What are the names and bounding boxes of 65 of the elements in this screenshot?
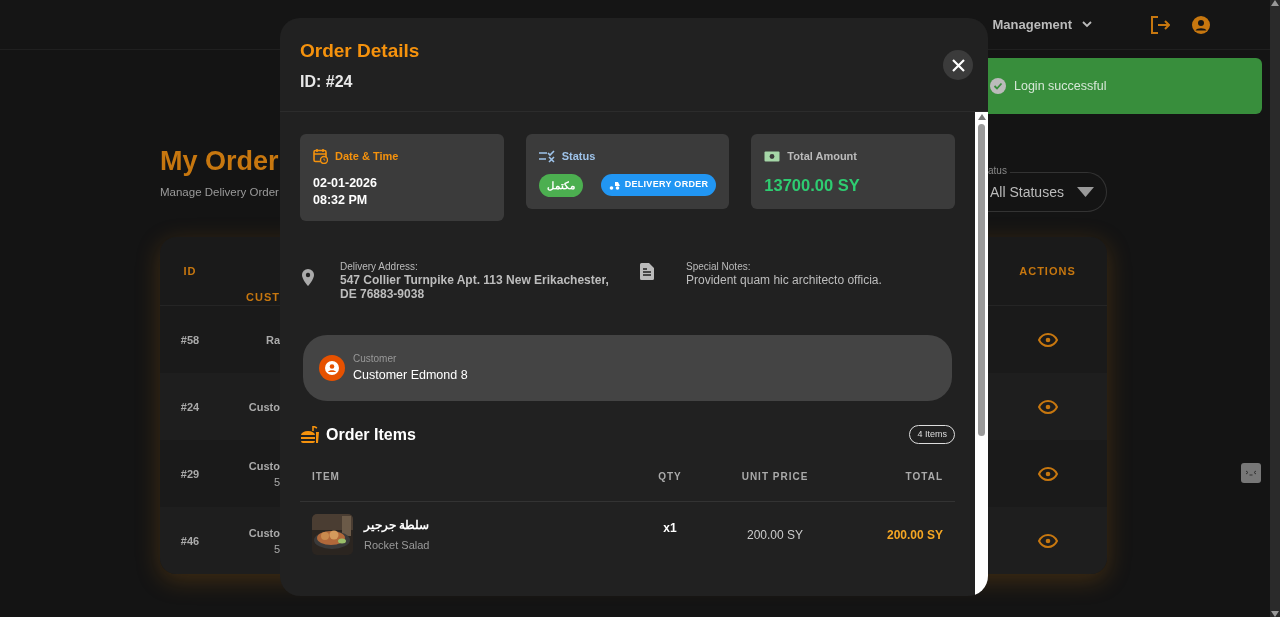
modal-title: Order Details — [300, 40, 420, 62]
status-badge: مكتمل — [538, 173, 583, 197]
calendar-icon — [313, 148, 328, 165]
column-header: ACTIONS — [1019, 264, 1076, 279]
document-icon — [640, 262, 654, 280]
page-title: My Order — [160, 145, 279, 178]
unit-price-text: 200.00 SY — [746, 526, 803, 544]
close-icon — [951, 58, 965, 72]
burger-icon — [300, 425, 320, 444]
order-id-cell-text: #46 — [180, 533, 200, 549]
location-pin-icon — [302, 268, 314, 286]
column-header: ID — [183, 264, 197, 279]
toast-message: Login successful — [1014, 77, 1107, 95]
amount-text: 13700.00 SY — [764, 174, 861, 196]
customer-cell-text: Custo — [248, 399, 280, 415]
logout-icon[interactable] — [1150, 15, 1170, 34]
close-button[interactable] — [943, 50, 973, 80]
order-id-cell-text: #24 — [180, 399, 200, 415]
column-header: ITEM — [300, 468, 635, 502]
list-check-icon — [538, 149, 555, 163]
order-id-cell-text: #29 — [180, 466, 200, 482]
dropdown-arrow-icon — [1077, 187, 1094, 198]
view-icon[interactable] — [1037, 466, 1058, 481]
customer-name: Customer Edmond 8 — [353, 366, 468, 384]
order-id-cell-text: #58 — [180, 332, 200, 348]
section-title: Order Items — [326, 424, 416, 445]
view-icon[interactable] — [1037, 332, 1058, 347]
customer-detail: 5 — [273, 474, 280, 490]
notes-label: Special Notes: — [686, 260, 752, 273]
customer-detail: 5 — [273, 541, 280, 557]
scroll-up-icon[interactable] — [977, 114, 986, 120]
card-label: Date & Time — [335, 149, 399, 164]
customer-cell-text: Ra — [265, 332, 280, 348]
money-icon — [764, 150, 781, 162]
item-name: سلطة جرجير — [364, 516, 430, 534]
order-id: ID: #24 — [300, 72, 354, 92]
column-header: QTY — [635, 468, 705, 502]
quantity-text: x1 — [663, 519, 677, 537]
notes-text: Provident quam hic architecto officia. — [686, 272, 882, 287]
column-header: CUST — [246, 290, 280, 306]
view-icon[interactable] — [1037, 399, 1058, 414]
address-text: 547 Collier Turnpike Apt. 113 New Erikachester, DE 76883-9038 — [340, 272, 610, 301]
address-label: Delivery Address: — [340, 260, 419, 273]
customer-label: Customer — [353, 351, 398, 366]
customer-cell-text: Custo — [248, 458, 280, 474]
customer-cell-text: Custo — [248, 525, 280, 541]
user-icon[interactable] — [1192, 15, 1210, 34]
chevron-down-icon — [1082, 21, 1092, 28]
card-label: Status — [561, 149, 596, 164]
total-price-text: 200.00 SY — [886, 526, 943, 544]
date-time-text: 08:32 PM — [313, 191, 369, 209]
scroll-up-icon[interactable] — [1271, 0, 1279, 6]
scrollbar-thumb[interactable] — [978, 124, 985, 436]
page-subtitle: Manage Delivery Order — [160, 185, 279, 200]
date-time-text: 02-01-2026 — [313, 174, 378, 192]
card-label: Total Amount — [787, 149, 857, 164]
management-menu[interactable]: Management — [992, 14, 1092, 35]
column-header: UNIT PRICE — [705, 468, 845, 502]
view-icon[interactable] — [1037, 533, 1058, 548]
column-header: TOTAL — [845, 468, 955, 502]
widget-icon[interactable] — [1241, 463, 1261, 483]
item-subtitle: Rocket Salad — [364, 537, 430, 553]
order-type-badge: DELIVERY ORDER — [600, 174, 717, 196]
scroll-down-icon[interactable] — [1271, 611, 1279, 617]
customer-avatar-icon — [319, 354, 345, 381]
